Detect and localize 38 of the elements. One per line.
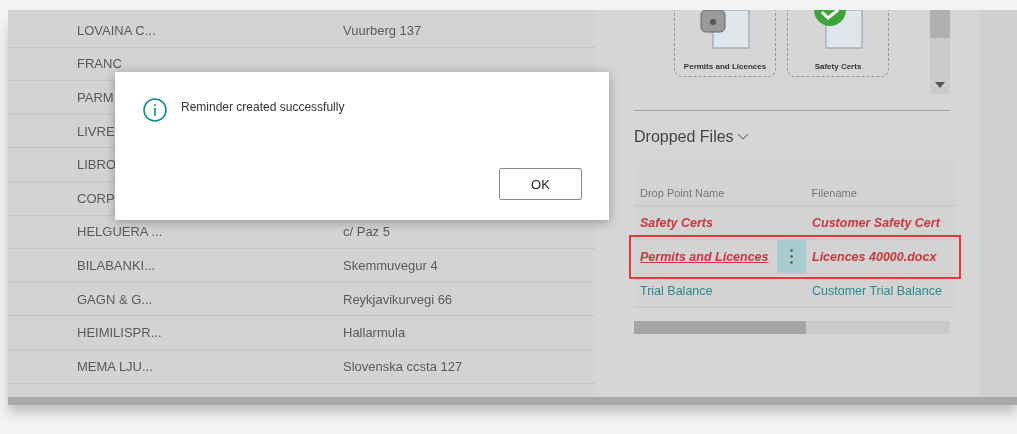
- down-arrow-icon: [935, 82, 945, 88]
- customer-name: GAGN & G...: [77, 291, 153, 307]
- horizontal-scrollbar[interactable]: [634, 321, 950, 334]
- customer-name: CORP: [77, 190, 115, 206]
- info-icon: [143, 98, 167, 122]
- customer-name: PARM: [77, 90, 114, 105]
- customer-name: FRANC: [77, 56, 122, 72]
- drop-point-link[interactable]: Trial Balance: [634, 282, 806, 299]
- filename-link[interactable]: Licences 40000.docx: [806, 248, 956, 265]
- section-title[interactable]: Dropped Files: [634, 128, 749, 146]
- customer-address: Vuurberg 137: [343, 22, 422, 38]
- customer-address: Skemmuvegur 4: [343, 257, 438, 273]
- drop-point-link[interactable]: Safety Certs: [634, 214, 806, 231]
- filename-link[interactable]: Customer Trial Balance: [806, 282, 956, 299]
- column-header: Filename: [810, 187, 858, 199]
- customer-address: Slovenska ccsta 127: [343, 358, 463, 374]
- customer-name: BILABANKI...: [77, 257, 156, 273]
- scrollbar[interactable]: [930, 10, 950, 94]
- customer-name: MEMA LJU...: [77, 358, 153, 374]
- customer-name: LIVRE: [77, 123, 115, 139]
- column-header: Drop Point Name: [639, 187, 726, 199]
- customer-address: Reykjavikurvegi 66: [343, 291, 453, 307]
- filename-link[interactable]: Customer Safety Cert: [806, 214, 956, 231]
- customer-address: Hallarmula: [343, 325, 406, 341]
- drop-point-link[interactable]: Permits and Licences: [634, 248, 777, 265]
- customer-name: LOVAINA C...: [77, 22, 156, 38]
- customer-name: HEIMILISPR...: [77, 325, 162, 341]
- customer-name: LIBRO: [77, 157, 116, 173]
- dialog-message: Reminder created successfully: [181, 100, 345, 114]
- drop-point-tile[interactable]: Permits and Licences: [674, 10, 776, 77]
- more-options-button[interactable]: [777, 240, 806, 273]
- customer-address: c/ Paz 5: [343, 224, 390, 240]
- ok-button[interactable]: OK: [499, 168, 582, 200]
- drop-point-tile[interactable]: Safety Certs: [787, 10, 889, 77]
- chevron-down-icon: [736, 133, 749, 141]
- locked-document-icon: [697, 10, 753, 50]
- customer-name: HELGUERA ...: [77, 224, 163, 240]
- more-options-icon: [790, 249, 793, 264]
